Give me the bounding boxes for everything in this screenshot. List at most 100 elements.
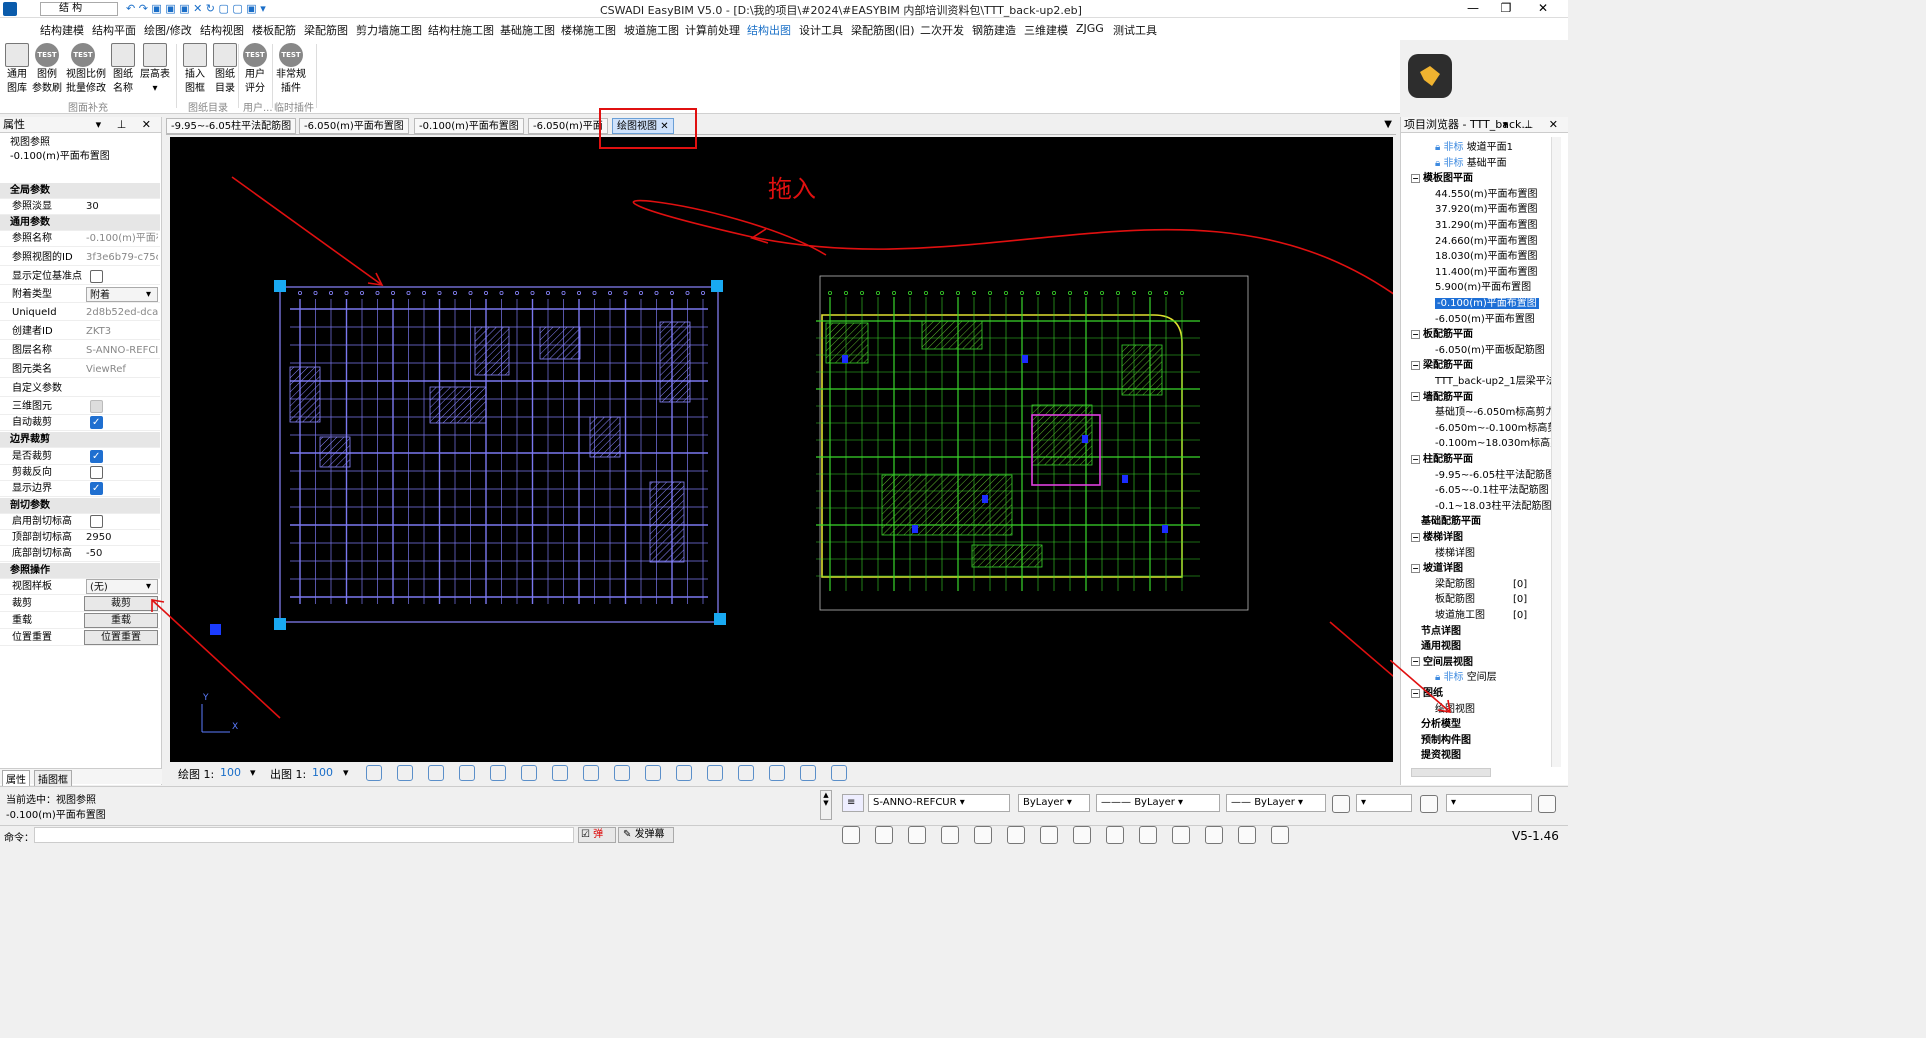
panel-buttons[interactable]: ▾ ⊥ ✕ bbox=[96, 117, 157, 133]
color-icon[interactable] bbox=[490, 765, 506, 781]
lock-icon[interactable] bbox=[459, 765, 475, 781]
property-section[interactable]: ◢ 通用参数 bbox=[0, 215, 160, 231]
barrage-button[interactable]: ✎ 发弹幕 bbox=[618, 827, 674, 843]
dwg-icon[interactable] bbox=[645, 765, 661, 781]
crop-icon[interactable] bbox=[614, 765, 630, 781]
property-checkbox[interactable] bbox=[90, 449, 103, 465]
tree-item[interactable]: 基础顶~-6.050m标高剪力 bbox=[1435, 406, 1551, 420]
tree-category[interactable]: 基础配筋平面 bbox=[1421, 515, 1481, 529]
tree-item[interactable]: 板配筋图 [0] bbox=[1435, 593, 1527, 607]
tree-item[interactable]: 坡道施工图 [0] bbox=[1435, 609, 1527, 623]
app-icon[interactable] bbox=[3, 2, 17, 16]
add-icon[interactable] bbox=[831, 765, 847, 781]
popup-toggle[interactable]: ☑ 弹 bbox=[578, 827, 616, 843]
export-icon[interactable] bbox=[1172, 826, 1190, 844]
menu-item[interactable]: 结构视图 bbox=[200, 22, 244, 38]
tree-item[interactable]: -6.050m~-0.100m标高剪 bbox=[1435, 422, 1551, 436]
structure-icon[interactable] bbox=[908, 826, 926, 844]
copy-view-icon[interactable] bbox=[800, 765, 816, 781]
collapse-icon[interactable]: − bbox=[1411, 173, 1420, 183]
list-icon[interactable] bbox=[1007, 826, 1025, 844]
ribbon-button[interactable]: TEST 非常规 插件 bbox=[274, 43, 308, 95]
tree-category[interactable]: − 柱配筋平面 bbox=[1411, 453, 1473, 467]
property-value[interactable]: 30 bbox=[86, 199, 158, 214]
dropdown-arrow-icon[interactable]: ▾ bbox=[146, 579, 151, 595]
plan-right[interactable] bbox=[816, 275, 1249, 611]
ribbon-button[interactable]: 插入 图框 bbox=[178, 43, 212, 95]
property-action-button[interactable]: 重载 bbox=[84, 613, 158, 628]
tree-item[interactable]: 楼梯详图 bbox=[1435, 547, 1475, 561]
drawing-canvas[interactable]: Y X 拖入 bbox=[170, 137, 1401, 762]
property-checkbox[interactable] bbox=[90, 481, 103, 497]
property-value[interactable]: 2950 bbox=[86, 530, 158, 545]
menu-item[interactable]: 结构柱施工图 bbox=[428, 22, 494, 38]
collapse-icon[interactable]: − bbox=[1411, 657, 1420, 667]
tree-item[interactable]: -6.05~-0.1柱平法配筋图 bbox=[1435, 484, 1549, 498]
ribbon-button[interactable]: TEST 用户 评分 bbox=[238, 43, 272, 95]
collapse-icon[interactable]: − bbox=[1411, 563, 1420, 573]
output-scale[interactable]: 100 bbox=[312, 766, 333, 779]
print-select[interactable]: ▾ bbox=[1446, 794, 1532, 812]
zoom-extents-icon[interactable] bbox=[583, 765, 599, 781]
collapse-icon[interactable]: − bbox=[1411, 360, 1420, 370]
filter-icon[interactable] bbox=[738, 765, 754, 781]
tree-item[interactable]: 绘图视图 bbox=[1435, 703, 1475, 717]
menu-item[interactable]: 结构建模 bbox=[40, 22, 84, 38]
menu-item[interactable]: 坡道施工图 bbox=[624, 22, 679, 38]
menu-item[interactable]: 三维建模 bbox=[1024, 22, 1068, 38]
tree-category[interactable]: − 模板图平面 bbox=[1411, 172, 1473, 186]
ribbon-button[interactable]: 通用 图库 bbox=[0, 43, 34, 95]
tree-item[interactable]: 11.400(m)平面布置图 bbox=[1435, 266, 1538, 280]
menu-item[interactable]: 绘图/修改 bbox=[144, 22, 192, 38]
tree-item[interactable]: 🔒︎ 非标 坡道平面1 bbox=[1435, 141, 1513, 155]
menu-item[interactable]: 剪力墙施工图 bbox=[356, 22, 422, 38]
menu-item[interactable]: 结构出图 bbox=[747, 22, 791, 38]
test-icon[interactable] bbox=[1271, 826, 1289, 844]
tree-hscrollbar[interactable] bbox=[1411, 768, 1491, 777]
tree-item[interactable]: -0.1~18.03柱平法配筋图 bbox=[1435, 500, 1551, 514]
layers-icon[interactable] bbox=[875, 826, 893, 844]
tree-item[interactable]: 🔒︎ 非标 基础平面 bbox=[1435, 157, 1507, 171]
collapse-icon[interactable]: − bbox=[1411, 392, 1420, 402]
property-action-button[interactable]: 位置重置 bbox=[84, 630, 158, 645]
tree-item[interactable]: -6.050(m)平面布置图 bbox=[1435, 313, 1535, 327]
settings-icon[interactable] bbox=[842, 826, 860, 844]
ribbon-button[interactable]: 图纸 目录 bbox=[208, 43, 242, 95]
workspace-select[interactable]: 结 构 bbox=[40, 2, 118, 16]
maximize-icon[interactable]: ❐ bbox=[1491, 1, 1521, 15]
tree-item[interactable]: 24.660(m)平面布置图 bbox=[1435, 235, 1538, 249]
tree-item[interactable]: 18.030(m)平面布置图 bbox=[1435, 250, 1538, 264]
property-section[interactable]: ◢ 边界裁剪 bbox=[0, 432, 160, 448]
tree-item[interactable]: -0.100(m)平面布置图 bbox=[1435, 297, 1539, 311]
doc-tab[interactable]: -0.100(m)平面布置图 bbox=[414, 118, 524, 134]
property-checkbox[interactable] bbox=[90, 515, 103, 528]
tree-scrollbar[interactable] bbox=[1551, 137, 1561, 767]
tree-item[interactable]: -6.050(m)平面板配筋图 bbox=[1435, 344, 1545, 358]
tree-category[interactable]: 节点详图 bbox=[1421, 625, 1461, 639]
plan-left[interactable] bbox=[210, 280, 726, 635]
property-checkbox[interactable] bbox=[90, 415, 103, 431]
menu-item[interactable]: 二次开发 bbox=[920, 22, 964, 38]
tree-category[interactable]: − 空间层视图 bbox=[1411, 656, 1473, 670]
canvas-drawing[interactable]: Y X 拖入 bbox=[170, 137, 1401, 762]
tree-item[interactable]: -0.100m~18.030m标高剪 bbox=[1435, 437, 1551, 451]
tree-category[interactable]: − 墙配筋平面 bbox=[1411, 391, 1473, 405]
ribbon-button[interactable]: 图纸 名称 bbox=[106, 43, 140, 95]
ribbon-button[interactable]: TEST 图例 参数刷 bbox=[30, 43, 64, 95]
browser-panel-buttons[interactable]: ▾ ⊥ ✕ bbox=[1503, 117, 1564, 133]
doc-tab[interactable]: -9.95~-6.05柱平法配筋图 bbox=[166, 118, 297, 134]
linetype-select[interactable]: ——— ByLayer ▾ bbox=[1096, 794, 1220, 812]
grid-icon[interactable] bbox=[397, 765, 413, 781]
dwg-icon[interactable] bbox=[1040, 826, 1058, 844]
command-input[interactable] bbox=[34, 827, 574, 843]
style-select[interactable]: ▾ bbox=[1356, 794, 1412, 812]
rotate-icon[interactable] bbox=[941, 826, 959, 844]
menu-item[interactable]: 计算前处理 bbox=[685, 22, 740, 38]
link-icon[interactable] bbox=[1106, 826, 1124, 844]
tree-item[interactable]: 🔒︎ 非标 空间层 bbox=[1435, 671, 1497, 685]
tree-category[interactable]: − 板配筋平面 bbox=[1411, 328, 1473, 342]
tab-list-icon[interactable]: ▼ bbox=[1384, 119, 1392, 130]
doc-tab[interactable]: -6.050(m)平面 bbox=[528, 118, 608, 134]
menu-item[interactable]: 设计工具 bbox=[799, 22, 843, 38]
property-value[interactable]: -50 bbox=[86, 546, 158, 561]
